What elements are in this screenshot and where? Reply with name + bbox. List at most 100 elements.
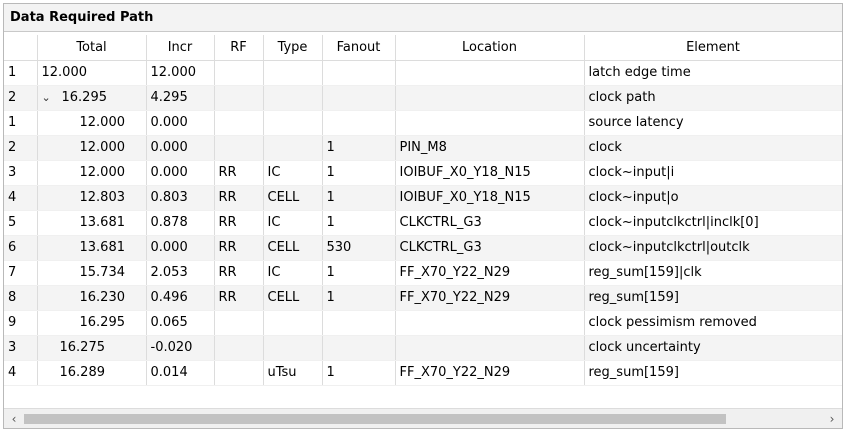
location-cell: FF_X70_Y22_N29: [395, 360, 585, 386]
rf-cell: RR: [214, 185, 264, 211]
fanout-cell: [322, 85, 396, 111]
table-row[interactable]: 8 16.230 0.496 RR CELL 1 FF_X70_Y22_N29 …: [4, 285, 842, 311]
incr-cell: 0.065: [146, 310, 215, 336]
rf-cell: [214, 335, 264, 361]
type-cell: CELL: [263, 185, 323, 211]
total-cell: 16.275: [37, 335, 147, 361]
rf-cell: [214, 310, 264, 336]
location-cell: FF_X70_Y22_N29: [395, 260, 585, 286]
table-row[interactable]: 3 12.000 0.000 RR IC 1 IOIBUF_X0_Y18_N15…: [4, 160, 842, 186]
element-cell: clock~input|o: [584, 185, 842, 211]
table-row[interactable]: 7 15.734 2.053 RR IC 1 FF_X70_Y22_N29 re…: [4, 260, 842, 286]
column-header-fanout[interactable]: Fanout: [322, 35, 396, 61]
chevron-right-icon[interactable]: ›: [824, 411, 840, 427]
incr-cell: 0.000: [146, 135, 215, 161]
data-required-path-panel: Data Required Path Total Incr RF Type Fa…: [3, 3, 843, 429]
fanout-cell: 1: [322, 210, 396, 236]
location-cell: [395, 85, 585, 111]
location-cell: [395, 60, 585, 86]
fanout-cell: [322, 60, 396, 86]
row-number: 2: [4, 85, 38, 111]
row-number: 3: [4, 335, 38, 361]
row-number: 4: [4, 360, 38, 386]
chevron-down-icon[interactable]: ⌄: [42, 91, 62, 104]
row-number: 9: [4, 310, 38, 336]
table-row[interactable]: 1 12.000 12.000 latch edge time: [4, 60, 842, 86]
location-cell: CLKCTRL_G3: [395, 210, 585, 236]
type-cell: [263, 85, 323, 111]
table-row[interactable]: 4 16.289 0.014 uTsu 1 FF_X70_Y22_N29 reg…: [4, 360, 842, 386]
fanout-cell: [322, 335, 396, 361]
table-row[interactable]: 2 12.000 0.000 1 PIN_M8 clock: [4, 135, 842, 161]
rf-cell: RR: [214, 260, 264, 286]
type-cell: [263, 310, 323, 336]
chevron-left-icon[interactable]: ‹: [6, 411, 22, 427]
element-cell: clock~input|i: [584, 160, 842, 186]
type-cell: uTsu: [263, 360, 323, 386]
incr-cell: 0.000: [146, 110, 215, 136]
type-cell: IC: [263, 210, 323, 236]
rf-cell: [214, 135, 264, 161]
element-cell: reg_sum[159]|clk: [584, 260, 842, 286]
column-header-total[interactable]: Total: [37, 35, 147, 61]
table-row[interactable]: 2 ⌄ 16.295 4.295 clock path: [4, 85, 842, 111]
total-value: 16.295: [61, 90, 108, 105]
incr-cell: 0.803: [146, 185, 215, 211]
row-number: 8: [4, 285, 38, 311]
element-cell: clock~inputclkctrl|outclk: [584, 235, 842, 261]
table-row[interactable]: 3 16.275 -0.020 clock uncertainty: [4, 335, 842, 361]
column-header-row-number[interactable]: [4, 35, 38, 61]
row-number: 1: [4, 60, 38, 86]
total-cell: 16.230: [37, 285, 147, 311]
location-cell: FF_X70_Y22_N29: [395, 285, 585, 311]
table-row[interactable]: 9 16.295 0.065 clock pessimism removed: [4, 310, 842, 336]
rf-cell: [214, 110, 264, 136]
row-number: 2: [4, 135, 38, 161]
fanout-cell: 1: [322, 160, 396, 186]
element-cell: clock pessimism removed: [584, 310, 842, 336]
type-cell: [263, 60, 323, 86]
total-cell: 12.000: [37, 110, 147, 136]
incr-cell: 0.014: [146, 360, 215, 386]
horizontal-scrollbar[interactable]: ‹ ›: [4, 408, 842, 428]
column-header-rf[interactable]: RF: [214, 35, 264, 61]
row-number: 1: [4, 110, 38, 136]
type-cell: [263, 135, 323, 161]
location-cell: [395, 310, 585, 336]
table-row[interactable]: 5 13.681 0.878 RR IC 1 CLKCTRL_G3 clock~…: [4, 210, 842, 236]
table-row[interactable]: 6 13.681 0.000 RR CELL 530 CLKCTRL_G3 cl…: [4, 235, 842, 261]
fanout-cell: 530: [322, 235, 396, 261]
scrollbar-thumb[interactable]: [24, 414, 726, 424]
path-table: Total Incr RF Type Fanout Location Eleme…: [4, 35, 842, 386]
column-header-element[interactable]: Element: [584, 35, 842, 61]
total-cell: 12.803: [37, 185, 147, 211]
incr-cell: 0.000: [146, 235, 215, 261]
fanout-cell: [322, 110, 396, 136]
type-cell: CELL: [263, 235, 323, 261]
rf-cell: [214, 60, 264, 86]
table-row[interactable]: 1 12.000 0.000 source latency: [4, 110, 842, 136]
location-cell: [395, 335, 585, 361]
row-number: 3: [4, 160, 38, 186]
incr-cell: 0.000: [146, 160, 215, 186]
total-cell: 12.000: [37, 60, 147, 86]
panel-titlebar: Data Required Path: [4, 4, 842, 32]
incr-cell: 4.295: [146, 85, 215, 111]
rf-cell: RR: [214, 160, 264, 186]
path-table-container: Total Incr RF Type Fanout Location Eleme…: [4, 35, 842, 409]
location-cell: IOIBUF_X0_Y18_N15: [395, 160, 585, 186]
fanout-cell: 1: [322, 135, 396, 161]
fanout-cell: [322, 310, 396, 336]
type-cell: [263, 110, 323, 136]
column-header-type[interactable]: Type: [263, 35, 323, 61]
rf-cell: RR: [214, 235, 264, 261]
table-row[interactable]: 4 12.803 0.803 RR CELL 1 IOIBUF_X0_Y18_N…: [4, 185, 842, 211]
column-header-location[interactable]: Location: [395, 35, 585, 61]
location-cell: IOIBUF_X0_Y18_N15: [395, 185, 585, 211]
column-header-incr[interactable]: Incr: [146, 35, 215, 61]
total-cell: 13.681: [37, 210, 147, 236]
location-cell: CLKCTRL_G3: [395, 235, 585, 261]
element-cell: clock path: [584, 85, 842, 111]
type-cell: CELL: [263, 285, 323, 311]
element-cell: source latency: [584, 110, 842, 136]
